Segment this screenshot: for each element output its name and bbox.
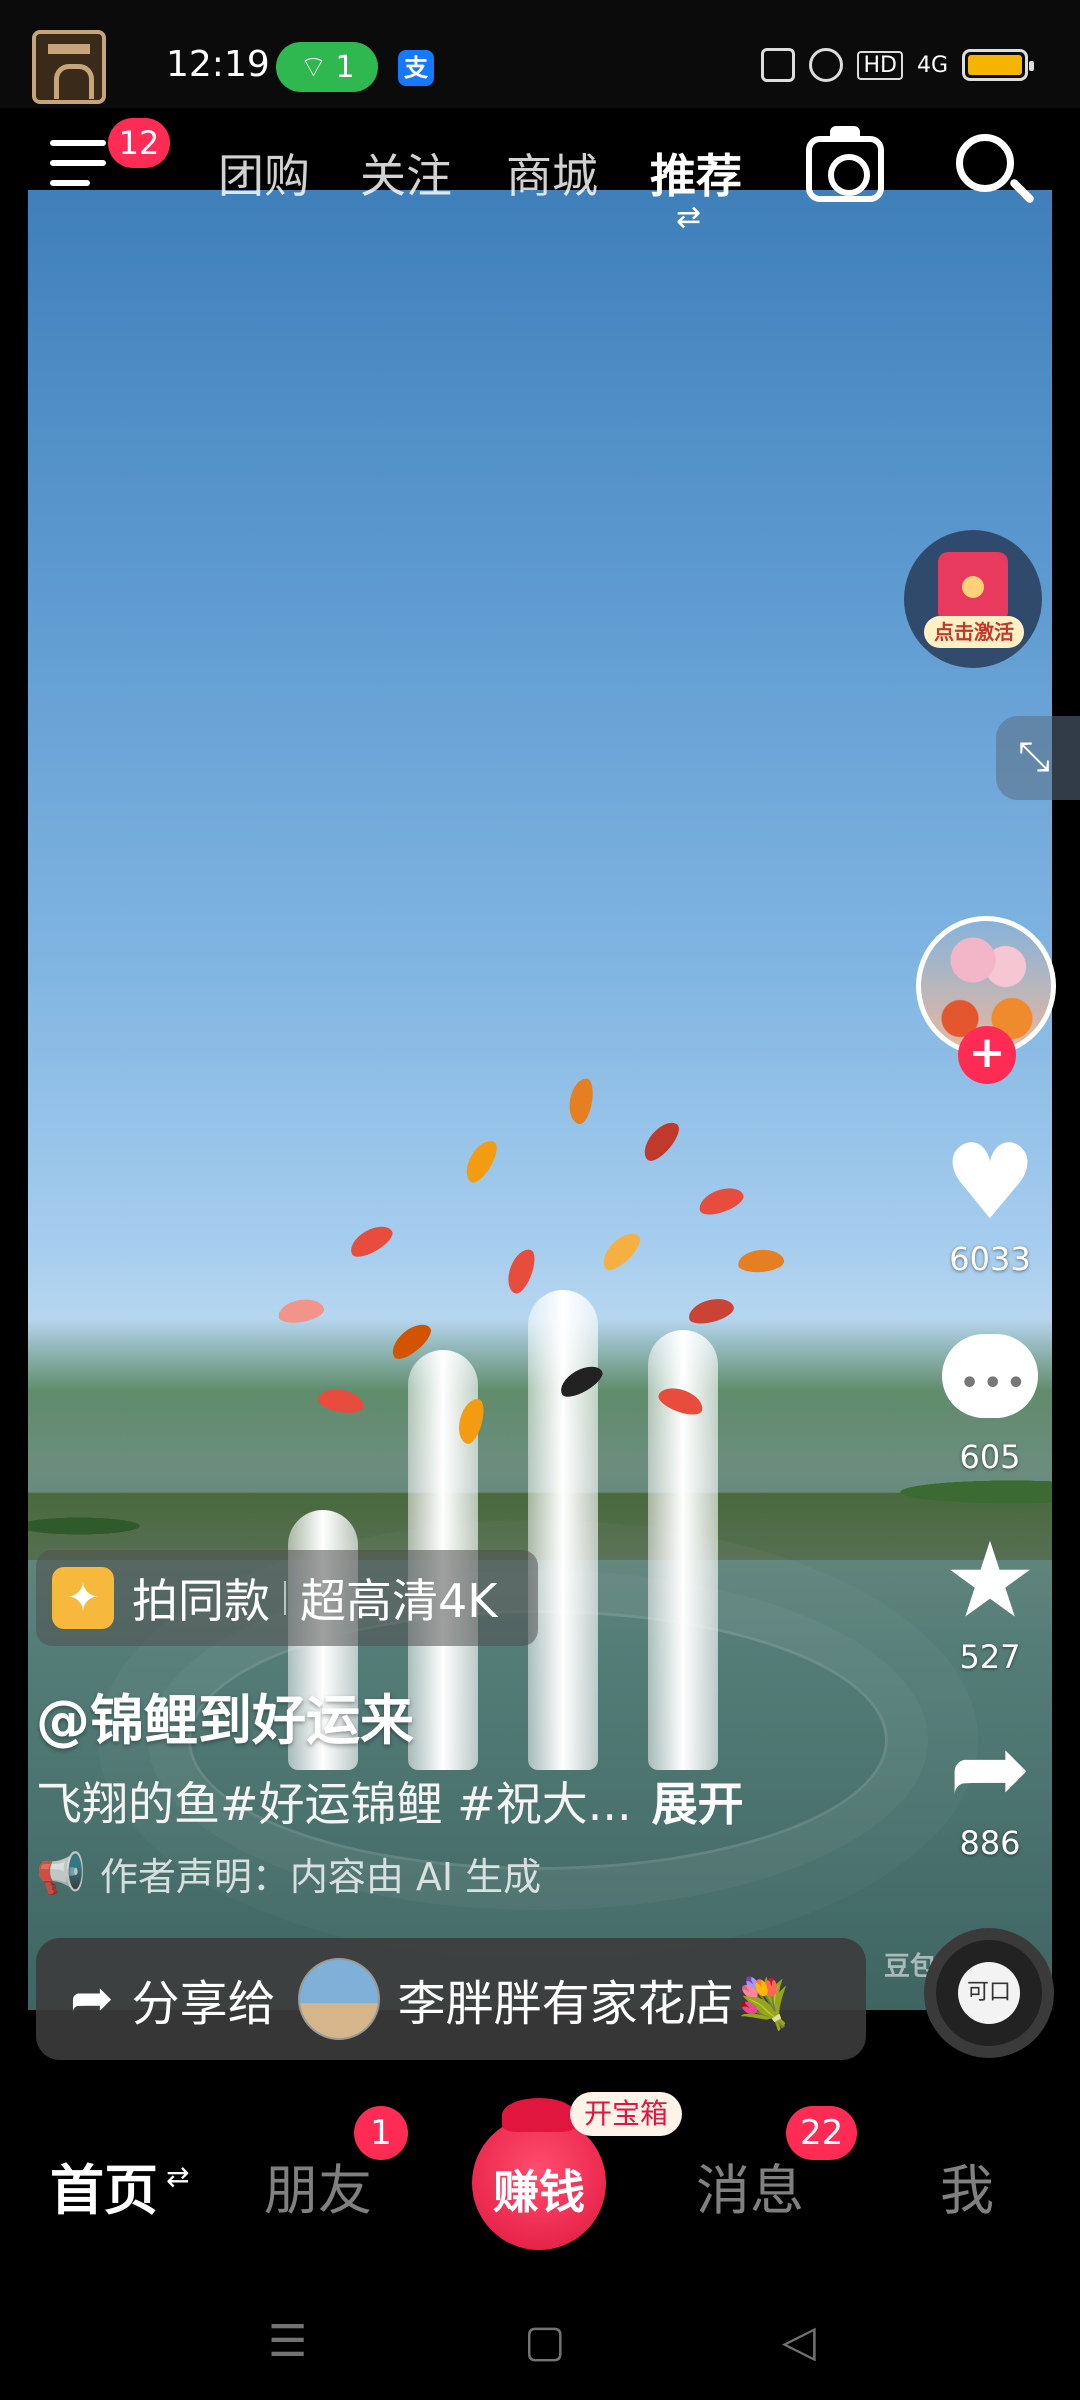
battery-icon: [962, 49, 1034, 81]
sparkle-icon: ✦: [52, 1567, 114, 1629]
recent-apps-icon[interactable]: ☰: [268, 2316, 307, 2367]
home-icon[interactable]: ▢: [524, 2316, 566, 2367]
tab-group-buy[interactable]: 团购: [218, 140, 310, 206]
expand-link[interactable]: 展开: [652, 1777, 744, 1831]
koi-fish: [695, 1182, 747, 1220]
back-icon[interactable]: ◁: [782, 2316, 816, 2367]
like-button[interactable]: ♥ 6033: [930, 1130, 1050, 1278]
nfc-icon: [761, 48, 796, 82]
heart-icon: ♥: [943, 1121, 1037, 1243]
share-arrow-icon: ➦: [948, 1712, 1032, 1826]
swap-icon: ⇄: [676, 200, 702, 235]
collapse-arrows-icon: ⤡: [1018, 734, 1050, 780]
koi-fish: [316, 1386, 366, 1416]
koi-fish: [637, 1116, 685, 1166]
tab-following[interactable]: 关注: [360, 140, 452, 206]
ai-notice: 📢 作者声明：内容由 AI 生成: [36, 1846, 541, 1901]
koi-fish: [345, 1219, 397, 1263]
tab-home[interactable]: 首页: [50, 2146, 158, 2225]
video-description: 飞翔的鱼#好运锦鲤 #祝大... 展开: [36, 1768, 744, 1834]
comment-icon: •••: [942, 1334, 1038, 1418]
status-time: 12:19: [166, 44, 270, 85]
collapse-button[interactable]: ⤡: [996, 716, 1080, 800]
author-name[interactable]: @锦鲤到好运来: [36, 1676, 414, 1755]
system-nav-bar: ☰ ▢ ◁: [0, 2282, 1080, 2400]
koi-fish: [596, 1226, 646, 1276]
koi-fountain-scene: [258, 1076, 818, 1770]
share-count: 886: [959, 1824, 1021, 1862]
hd-4k-label: 超高清4K: [300, 1574, 498, 1628]
wifi-hotspot-pill: ⌔ 1: [276, 42, 378, 92]
tab-friends[interactable]: 朋友: [264, 2146, 372, 2225]
earn-label: 赚钱: [493, 2165, 585, 2219]
signal-icon: 4G: [916, 52, 948, 78]
music-disc-label: 可口: [958, 1962, 1020, 2024]
top-nav: 12 团购 关注 商城 推荐 ⇄: [0, 118, 1080, 235]
wifi-count: 1: [335, 49, 355, 85]
description-text[interactable]: 飞翔的鱼#好运锦鲤 #祝大...: [36, 1777, 632, 1831]
menu-badge: 12: [108, 118, 170, 168]
comment-button[interactable]: ••• 605: [930, 1334, 1050, 1476]
friends-badge: 1: [354, 2106, 408, 2160]
share-to-friend-bar[interactable]: ➦ 分享给 李胖胖有家花店💐: [36, 1938, 866, 2060]
same-style-label: 拍同款: [132, 1574, 270, 1628]
alipay-icon: 支: [398, 50, 434, 86]
follow-button[interactable]: +: [958, 1026, 1016, 1084]
megaphone-icon: 📢: [36, 1851, 86, 1897]
koi-fish: [502, 1245, 540, 1297]
status-bar: 12:19 ⌔ 1 支 HD 4G: [0, 0, 1080, 108]
koi-fish: [737, 1248, 785, 1274]
koi-fish: [276, 1296, 326, 1326]
water-jet: [528, 1290, 598, 1770]
koi-fish: [566, 1076, 596, 1126]
hd-icon: HD: [857, 50, 903, 80]
messages-badge: 22: [786, 2106, 858, 2160]
friend-avatar: [297, 1958, 380, 2040]
status-icons: HD 4G: [761, 48, 1034, 82]
search-icon[interactable]: [956, 134, 1014, 192]
home-swap-icon: ⇄: [166, 2160, 190, 2193]
koi-fish: [459, 1135, 503, 1187]
red-envelope-icon: [938, 552, 1008, 622]
share-label: 分享给: [131, 1976, 276, 2032]
alarm-icon: [809, 48, 844, 82]
koi-fish: [685, 1294, 737, 1328]
earn-money-button[interactable]: 赚钱: [472, 2098, 606, 2250]
open-treasure-tag[interactable]: 开宝箱: [570, 2092, 683, 2136]
friend-name: 李胖胖有家花店💐: [397, 1976, 794, 2032]
red-packet-activate-button[interactable]: 点击激活: [904, 530, 1042, 668]
tab-me[interactable]: 我: [940, 2146, 994, 2225]
like-count: 6033: [949, 1240, 1031, 1278]
collect-button[interactable]: ★ 527: [930, 1528, 1050, 1676]
tab-recommend[interactable]: 推荐: [650, 140, 742, 206]
ai-notice-text: 作者声明：内容由 AI 生成: [99, 1855, 542, 1899]
music-disc[interactable]: 可口: [924, 1928, 1054, 2058]
app-icon: [32, 30, 106, 104]
comment-count: 605: [959, 1438, 1021, 1476]
wifi-icon: ⌔: [299, 50, 328, 85]
tab-mall[interactable]: 商城: [506, 140, 598, 206]
red-packet-label: 点击激活: [924, 616, 1024, 648]
share-arrow-icon: ➦: [70, 1969, 114, 2029]
pill-divider: [284, 1581, 286, 1615]
bottom-nav: 首页 ⇄ 朋友 1 赚钱 消息 22 我: [0, 2092, 1080, 2282]
tab-messages[interactable]: 消息: [696, 2146, 804, 2225]
share-button[interactable]: ➦ 886: [930, 1720, 1050, 1862]
collect-count: 527: [959, 1638, 1021, 1676]
money-bag-knot: [502, 2098, 576, 2132]
star-icon: ★: [943, 1519, 1037, 1641]
menu-icon[interactable]: [50, 140, 112, 190]
same-style-pill[interactable]: ✦ 拍同款 超高清4K: [36, 1550, 538, 1646]
camera-icon[interactable]: [806, 126, 884, 202]
